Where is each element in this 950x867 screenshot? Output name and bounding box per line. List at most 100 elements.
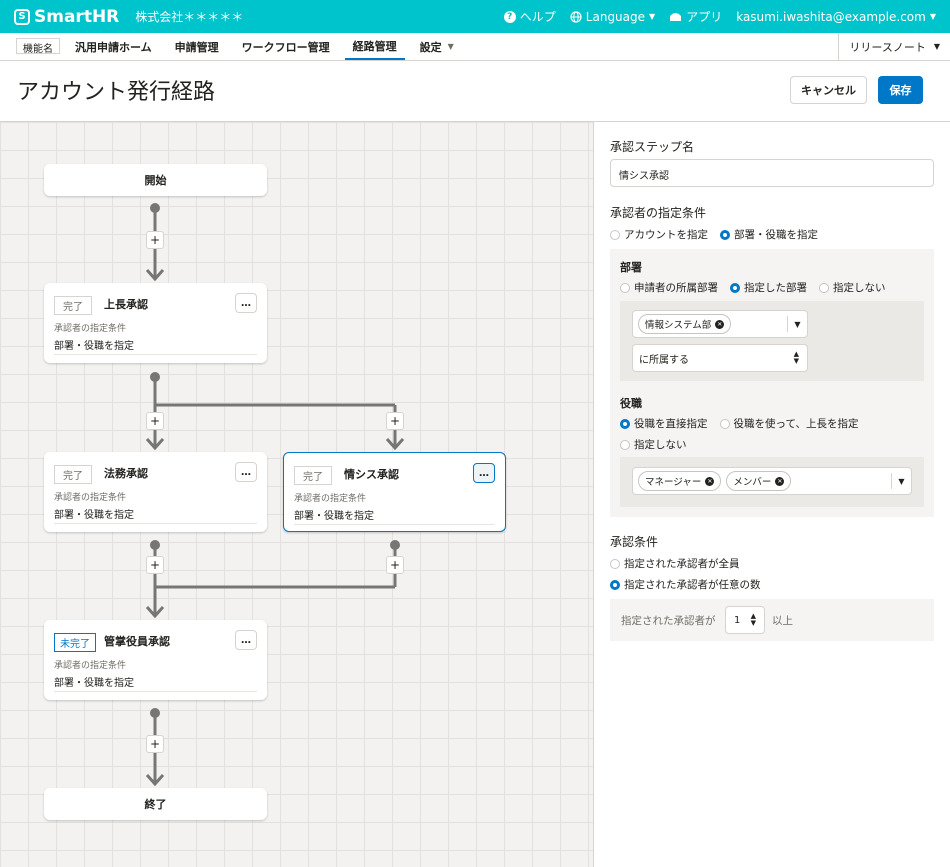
radio-specified-department[interactable]: 指定した部署	[730, 280, 807, 295]
release-notes-label: リリースノート	[849, 40, 926, 54]
step-settings-panel: 承認ステップ名 情シス承認 承認者の指定条件 アカウントを指定 部署・役職を指定…	[593, 121, 950, 867]
cancel-button[interactable]: キャンセル	[790, 76, 867, 104]
step-node[interactable]: 未完了 管掌役員承認 … 承認者の指定条件 部署・役職を指定	[44, 620, 267, 700]
select-arrows-icon: ▲ ▼	[793, 350, 799, 365]
brand-name: SmartHR	[34, 6, 120, 27]
more-options-button[interactable]: …	[235, 630, 257, 650]
workflow-canvas[interactable]: 開始 + + + + + + 完了 上長承認 … 承認者の指定条件 部署・役職を…	[0, 121, 593, 867]
department-role-config: 部署 申請者の所属部署 指定した部署 指定しない 情報システム部 ✕ ▼ に所属す…	[610, 249, 934, 517]
chevron-down-icon: ▼	[649, 12, 656, 21]
approval-condition-label: 承認条件	[610, 535, 659, 549]
condition-value: 部署・役職を指定	[54, 341, 134, 352]
tab-workflow-management[interactable]: ワークフロー管理	[234, 33, 338, 60]
add-step-button[interactable]: +	[146, 556, 164, 574]
radio-label: 役職を直接指定	[634, 418, 708, 430]
condition-label: 承認者の指定条件	[54, 493, 127, 503]
tab-settings-label: 設定	[419, 40, 442, 54]
remove-chip-icon[interactable]: ✕	[775, 476, 785, 486]
divider	[54, 523, 257, 524]
remove-chip-icon[interactable]: ✕	[715, 319, 725, 329]
end-node[interactable]: 終了	[44, 788, 267, 820]
remove-chip-icon[interactable]: ✕	[705, 476, 715, 486]
radio-role-direct[interactable]: 役職を直接指定	[620, 416, 708, 431]
question-icon: ?	[503, 10, 516, 23]
radio-label: アカウントを指定	[624, 229, 708, 241]
app-nav: 機能名 汎用申請ホーム 申請管理 ワークフロー管理 経路管理 設定 ▼ リリース…	[0, 33, 950, 61]
release-notes-menu[interactable]: リリースノート ▼	[838, 33, 950, 60]
tab-settings[interactable]: 設定 ▼	[412, 33, 462, 60]
more-options-button[interactable]: …	[235, 293, 257, 313]
condition-label: 承認者の指定条件	[54, 661, 127, 671]
radio-dot	[610, 579, 620, 590]
radio-dot	[730, 282, 740, 293]
condition-value: 部署・役職を指定	[54, 678, 134, 689]
tab-application-management[interactable]: 申請管理	[167, 33, 227, 60]
department-select[interactable]: 情報システム部 ✕ ▼	[632, 310, 808, 338]
add-step-button[interactable]: +	[146, 412, 164, 430]
add-step-button[interactable]: +	[386, 412, 404, 430]
count-suffix: 以上	[772, 615, 793, 627]
stepper-arrows-icon[interactable]: ▲ ▼	[751, 613, 756, 627]
tab-general-home[interactable]: 汎用申請ホーム	[67, 33, 160, 60]
chevron-down-icon: ▼	[929, 12, 936, 21]
radio-all-approvers[interactable]: 指定された承認者が全員	[610, 556, 740, 571]
radio-role-manager[interactable]: 役職を使って、上長を指定	[719, 416, 859, 431]
chip-label: メンバー	[733, 477, 772, 488]
chevron-down-icon[interactable]: ▼	[787, 316, 807, 332]
user-email: kasumi.iwashita@example.com	[736, 9, 926, 24]
help-link[interactable]: ? ヘルプ	[503, 8, 556, 25]
radio-dot	[620, 282, 630, 293]
chip-label: 情報システム部	[645, 320, 712, 331]
radio-no-role[interactable]: 指定しない	[620, 437, 687, 452]
count-prefix: 指定された承認者が	[621, 615, 716, 627]
radio-label: 指定しない	[634, 439, 687, 451]
radio-department-role[interactable]: 部署・役職を指定	[720, 227, 818, 242]
chip-label: マネージャー	[645, 477, 702, 488]
chevron-down-icon: ▼	[447, 42, 454, 51]
language-label: Language	[585, 9, 646, 24]
approver-count-stepper[interactable]: 1 ▲ ▼	[725, 606, 765, 634]
approval-radios-any: 指定された承認者が任意の数	[610, 577, 761, 592]
radio-label: 役職を使って、上長を指定	[733, 418, 859, 430]
start-node[interactable]: 開始	[44, 164, 267, 196]
radio-any-approvers[interactable]: 指定された承認者が任意の数	[610, 577, 761, 592]
condition-label: 承認者の指定条件	[54, 324, 127, 334]
condition-label: 承認者の指定条件	[294, 494, 367, 504]
company-name: 株式会社＊＊＊＊＊	[135, 10, 244, 24]
add-step-button[interactable]: +	[386, 556, 404, 574]
role-select[interactable]: マネージャー ✕ メンバー ✕ ▼	[632, 467, 912, 495]
apps-menu[interactable]: アプリ	[669, 8, 722, 25]
step-node-selected[interactable]: 完了 情シス承認 … 承認者の指定条件 部署・役職を指定	[283, 452, 506, 532]
tab-route-management[interactable]: 経路管理	[344, 33, 405, 60]
radio-label: 指定した部署	[744, 282, 807, 294]
add-step-button[interactable]: +	[146, 231, 164, 249]
department-relation-select[interactable]: に所属する ▲ ▼	[632, 344, 808, 372]
step-node[interactable]: 完了 上長承認 … 承認者の指定条件 部署・役職を指定	[44, 283, 267, 363]
role-radios: 役職を直接指定 役職を使って、上長を指定	[620, 416, 858, 431]
page-title: アカウント発行経路	[17, 80, 216, 105]
radio-no-department[interactable]: 指定しない	[819, 280, 886, 295]
more-options-button[interactable]: …	[235, 462, 257, 482]
radio-applicant-department[interactable]: 申請者の所属部署	[620, 280, 718, 295]
save-button[interactable]: 保存	[878, 76, 923, 104]
chevron-down-icon[interactable]: ▼	[891, 473, 911, 489]
role-radios-2: 指定しない	[620, 437, 687, 452]
radio-account[interactable]: アカウントを指定	[610, 227, 708, 242]
status-badge: 完了	[54, 465, 92, 484]
apps-icon	[670, 13, 682, 21]
feature-badge: 機能名	[16, 38, 60, 55]
smarthr-logo-icon: S	[14, 8, 30, 25]
user-menu[interactable]: kasumi.iwashita@example.com ▼	[736, 10, 936, 24]
radio-label: 申請者の所属部署	[634, 282, 718, 294]
step-node[interactable]: 完了 法務承認 … 承認者の指定条件 部署・役職を指定	[44, 452, 267, 532]
step-name-input[interactable]: 情シス承認	[610, 159, 934, 187]
smarthr-logo[interactable]: S SmartHR	[14, 7, 119, 27]
language-menu[interactable]: Language ▼	[570, 10, 655, 24]
add-step-button[interactable]: +	[146, 735, 164, 753]
approver-condition-label: 承認者の指定条件	[610, 206, 707, 220]
more-options-button[interactable]: …	[473, 463, 495, 483]
radio-dot	[610, 229, 620, 240]
radio-dot	[620, 439, 630, 450]
department-selector-box: 情報システム部 ✕ ▼ に所属する ▲ ▼	[620, 301, 924, 381]
radio-label: 部署・役職を指定	[734, 229, 818, 241]
